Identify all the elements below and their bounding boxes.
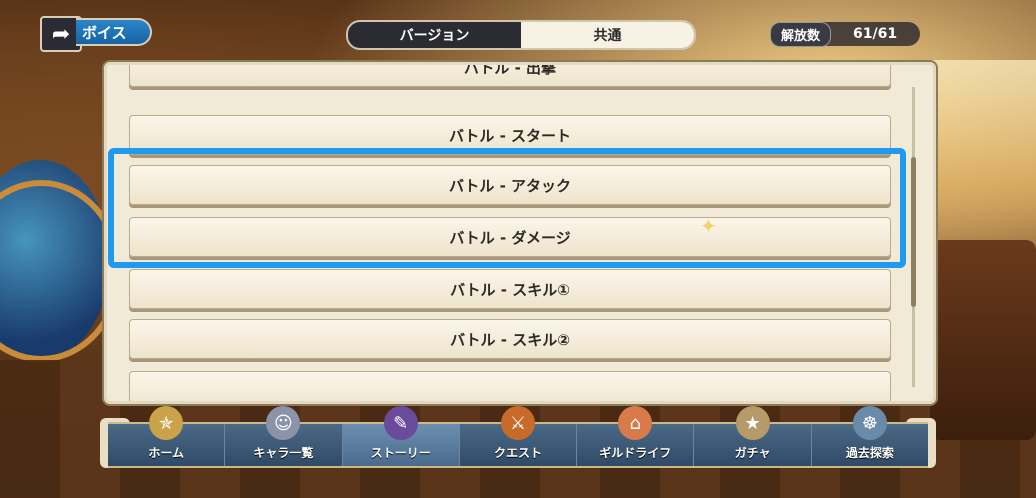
quest-hero-icon: ⚔: [500, 406, 535, 440]
guild-house-icon: ⌂: [618, 406, 653, 440]
nav-guild-life[interactable]: ⌂ ギルドライフ: [577, 406, 695, 466]
nav-characters[interactable]: ☺ キャラ一覧: [225, 406, 343, 466]
nav-label: ガチャ: [734, 446, 771, 460]
nav-story[interactable]: ✎ ストーリー: [342, 406, 460, 466]
compass-icon: ✯: [149, 406, 184, 440]
nav-quest[interactable]: ⚔ クエスト: [460, 406, 578, 466]
common-option[interactable]: 共通: [521, 22, 694, 48]
voice-item[interactable]: バトル - 出撃: [129, 65, 891, 87]
ship-wheel-icon: ☸: [852, 406, 887, 440]
version-option[interactable]: バージョン: [348, 22, 521, 48]
nav-home[interactable]: ✯ ホーム: [108, 406, 226, 466]
bottom-nav: ✯ ホーム ☺ キャラ一覧 ✎ ストーリー ⚔ クエスト ⌂ ギルドライフ ★ …: [108, 406, 928, 468]
voice-item[interactable]: バトル - スキル②: [129, 319, 891, 359]
gacha-icon: ★: [735, 406, 770, 440]
version-switch[interactable]: バージョン 共通: [346, 20, 696, 50]
nav-label: 過去探索: [845, 446, 894, 460]
scrollbar[interactable]: [911, 87, 916, 387]
nav-label: ホーム: [148, 446, 184, 460]
bag-decoration: [930, 240, 1036, 440]
characters-icon: ☺: [266, 406, 301, 440]
nav-label: ギルドライフ: [599, 446, 672, 460]
unlock-label: 解放数: [770, 21, 832, 47]
nav-past-exploration[interactable]: ☸ 過去探索: [812, 406, 928, 466]
nav-gacha[interactable]: ★ ガチャ: [694, 406, 812, 466]
voice-item[interactable]: [129, 371, 891, 401]
window-light: [930, 60, 1036, 260]
nav-label: キャラ一覧: [253, 446, 314, 460]
voice-item[interactable]: バトル - アタック: [129, 165, 891, 205]
voice-tab-label: ボイス: [82, 23, 127, 42]
voice-item[interactable]: バトル - ダメージ: [129, 217, 891, 257]
voice-tab: ボイス: [76, 18, 152, 46]
unlock-count: 解放数 61/61: [770, 21, 920, 47]
voice-list-panel: バトル - 出撃 バトル - スタート バトル - アタック バトル - ダメー…: [104, 62, 936, 404]
scrollbar-thumb[interactable]: [911, 157, 916, 307]
sparkle-icon: ✦: [700, 214, 717, 238]
voice-item[interactable]: バトル - スキル①: [129, 269, 891, 309]
voice-item[interactable]: バトル - スタート: [129, 115, 891, 155]
nav-label: クエスト: [493, 446, 542, 460]
nav-label: ストーリー: [370, 446, 431, 460]
unlock-value: 61/61: [853, 26, 898, 42]
book-icon: ✎: [383, 406, 418, 440]
back-arrow-icon: ➦: [51, 21, 71, 47]
